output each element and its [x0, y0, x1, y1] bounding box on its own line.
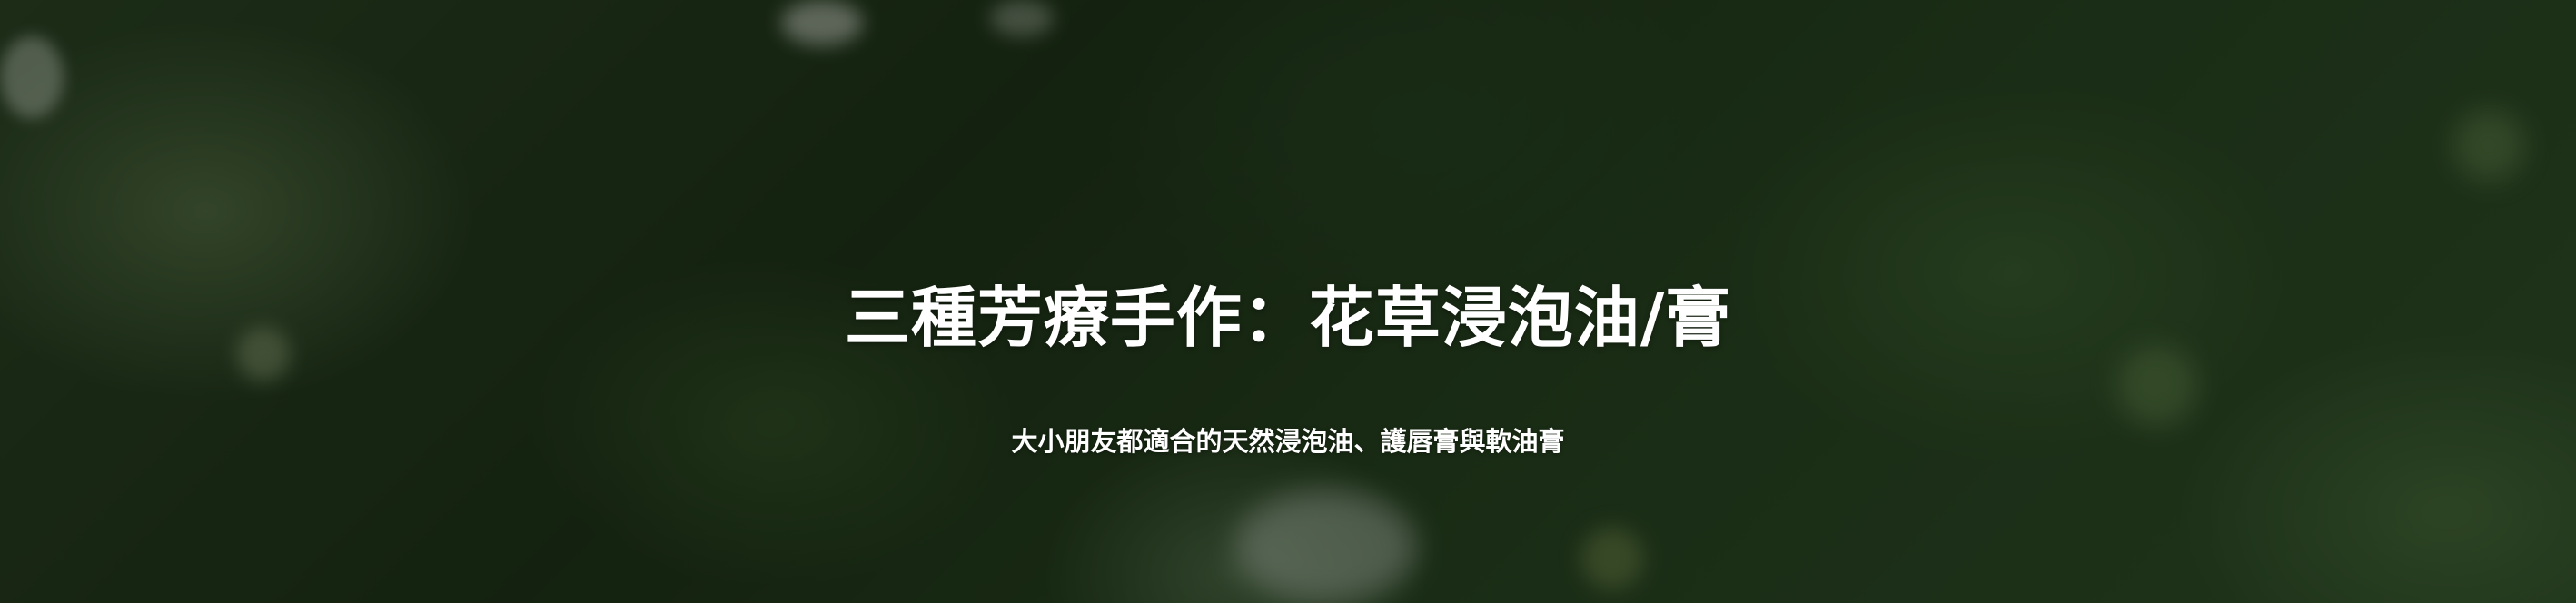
hero-banner: 三種芳療手作：花草浸泡油/膏 大小朋友都適合的天然浸泡油、護唇膏與軟油膏 — [0, 0, 2576, 603]
hero-subtitle: 大小朋友都適合的天然浸泡油、護唇膏與軟油膏 — [1011, 426, 1565, 457]
hero-content: 三種芳療手作：花草浸泡油/膏 大小朋友都適合的天然浸泡油、護唇膏與軟油膏 — [0, 0, 2576, 603]
hero-title: 三種芳療手作：花草浸泡油/膏 — [844, 280, 1732, 356]
